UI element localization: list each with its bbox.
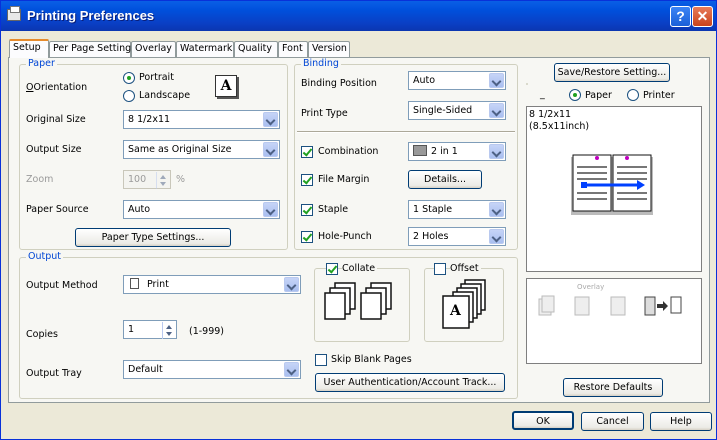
collate-checkbox[interactable]: [326, 263, 338, 275]
collate-pages-icon: [324, 282, 392, 320]
offset-letter: A: [450, 303, 461, 319]
chevron-down-icon[interactable]: [284, 362, 299, 377]
zoom-label: Zoom: [26, 174, 54, 185]
skip-blank-pages-checkbox[interactable]: [315, 354, 327, 366]
close-button[interactable]: ✕: [692, 6, 713, 27]
staple-select[interactable]: 1 Staple: [408, 200, 506, 219]
offset-checkbox[interactable]: [434, 263, 446, 275]
paper-source-label: Paper Source: [26, 204, 89, 215]
hole-punch-label[interactable]: Hole-Punch: [318, 231, 372, 242]
staple-label[interactable]: Staple: [318, 204, 348, 215]
view-paper-radio[interactable]: [569, 89, 581, 101]
spin-icon: [156, 172, 169, 189]
preview-size-inch: (8.5x11inch): [529, 121, 590, 132]
landscape-radio[interactable]: [123, 90, 135, 102]
tab-version[interactable]: Version: [308, 41, 350, 57]
preview-frame: [526, 83, 528, 85]
details-button[interactable]: Details...: [408, 170, 482, 189]
file-margin-label[interactable]: File Margin: [318, 174, 369, 185]
staple-checkbox[interactable]: [301, 204, 313, 216]
file-margin-checkbox[interactable]: [301, 174, 313, 186]
collate-label[interactable]: Collate: [342, 263, 378, 274]
printer-options-pane: Overlay: [526, 278, 702, 364]
print-icon: [130, 278, 139, 289]
output-method-label: Output Method: [26, 280, 98, 291]
two-in-one-icon: [413, 145, 427, 156]
binding-position-label: Binding Position: [301, 78, 377, 89]
view-paper-label[interactable]: Paper: [585, 90, 612, 101]
chevron-down-icon[interactable]: [489, 202, 504, 217]
original-size-label: Original Size: [26, 114, 86, 125]
combination-label[interactable]: Combination: [318, 146, 378, 157]
window-title: Printing Preferences: [27, 8, 155, 23]
print-type-select[interactable]: Single-Sided: [408, 101, 506, 120]
paper-type-settings-button[interactable]: Paper Type Settings...: [75, 228, 231, 247]
save-restore-setting-button[interactable]: Save/Restore Setting...: [554, 63, 670, 82]
chevron-down-icon[interactable]: [489, 229, 504, 244]
hole-punch-select[interactable]: 2 Holes: [408, 227, 506, 246]
user-authentication-button[interactable]: User Authentication/Account Track...: [315, 373, 505, 392]
chevron-down-icon[interactable]: [284, 277, 299, 292]
tab-overlay[interactable]: Overlay: [131, 41, 176, 57]
output-size-select[interactable]: Same as Original Size: [123, 140, 280, 159]
title-bar[interactable]: Printing Preferences ? ✕: [1, 1, 716, 31]
output-method-select[interactable]: Print: [123, 275, 301, 294]
printer-icon: [7, 6, 21, 21]
binding-divider: [297, 131, 515, 133]
ok-button[interactable]: OK: [512, 411, 574, 430]
chevron-down-icon[interactable]: [489, 73, 504, 88]
view-printer-label[interactable]: Printer: [643, 90, 675, 101]
help-title-button[interactable]: ?: [670, 6, 691, 27]
zoom-field: 100: [123, 170, 171, 189]
tab-watermark[interactable]: Watermark: [176, 41, 234, 57]
chevron-down-icon[interactable]: [489, 103, 504, 118]
offset-label[interactable]: Offset: [450, 263, 481, 274]
booklet-preview-icon: [571, 154, 653, 215]
tab-per-page-setting[interactable]: Per Page Setting: [49, 41, 131, 57]
spin-icon[interactable]: [162, 322, 175, 339]
portrait-radio[interactable]: [123, 72, 135, 84]
cancel-button[interactable]: Cancel: [581, 412, 644, 431]
paper-preview-pane: 8 1/2x11 (8.5x11inch): [526, 106, 702, 272]
offset-stack-icon: [442, 279, 486, 329]
output-tray-label: Output Tray: [26, 368, 82, 379]
help-button[interactable]: Help: [650, 412, 712, 431]
original-size-select[interactable]: 8 1/2x11: [123, 110, 280, 129]
combination-select[interactable]: 2 in 1: [408, 142, 506, 161]
output-size-label: Output Size: [26, 144, 82, 155]
zoom-unit: %: [176, 174, 186, 185]
chevron-down-icon[interactable]: [263, 202, 278, 217]
restore-defaults-button[interactable]: Restore Defaults: [563, 378, 663, 397]
chevron-down-icon[interactable]: [489, 144, 504, 159]
view-printer-radio[interactable]: [627, 89, 639, 101]
copies-field[interactable]: 1: [123, 320, 177, 339]
orientation-label: OOrientation: [26, 82, 88, 93]
preview-size: 8 1/2x11: [529, 109, 572, 120]
printing-preferences-window: Printing Preferences ? ✕ Setup Per Page …: [0, 0, 717, 440]
hole-punch-checkbox[interactable]: [301, 231, 313, 243]
chevron-down-icon[interactable]: [263, 112, 278, 127]
finishing-icons: [538, 295, 682, 316]
tab-font[interactable]: Font: [278, 41, 308, 57]
landscape-label[interactable]: Landscape: [139, 90, 190, 101]
portrait-label[interactable]: Portrait: [139, 72, 174, 83]
copies-label: Copies: [26, 329, 58, 340]
paper-legend: Paper: [26, 58, 57, 69]
output-tray-select[interactable]: Default: [123, 360, 301, 379]
tab-setup[interactable]: Setup: [9, 39, 49, 58]
paper-source-select[interactable]: Auto: [123, 200, 280, 219]
binding-position-select[interactable]: Auto: [408, 71, 506, 90]
tab-quality[interactable]: Quality: [234, 41, 278, 57]
print-type-label: Print Type: [301, 108, 348, 119]
skip-blank-pages-label[interactable]: Skip Blank Pages: [331, 354, 412, 365]
overlay-caption: Overlay: [577, 283, 605, 291]
setup-panel: Paper OOrientation Portrait Landscape A …: [8, 57, 710, 403]
output-legend: Output: [26, 251, 63, 262]
binding-legend: Binding: [301, 58, 341, 69]
preview-dash: _: [540, 89, 545, 100]
chevron-down-icon[interactable]: [263, 142, 278, 157]
copies-range: (1-999): [189, 326, 225, 337]
portrait-orientation-icon: A: [215, 75, 237, 97]
combination-checkbox[interactable]: [301, 146, 313, 158]
